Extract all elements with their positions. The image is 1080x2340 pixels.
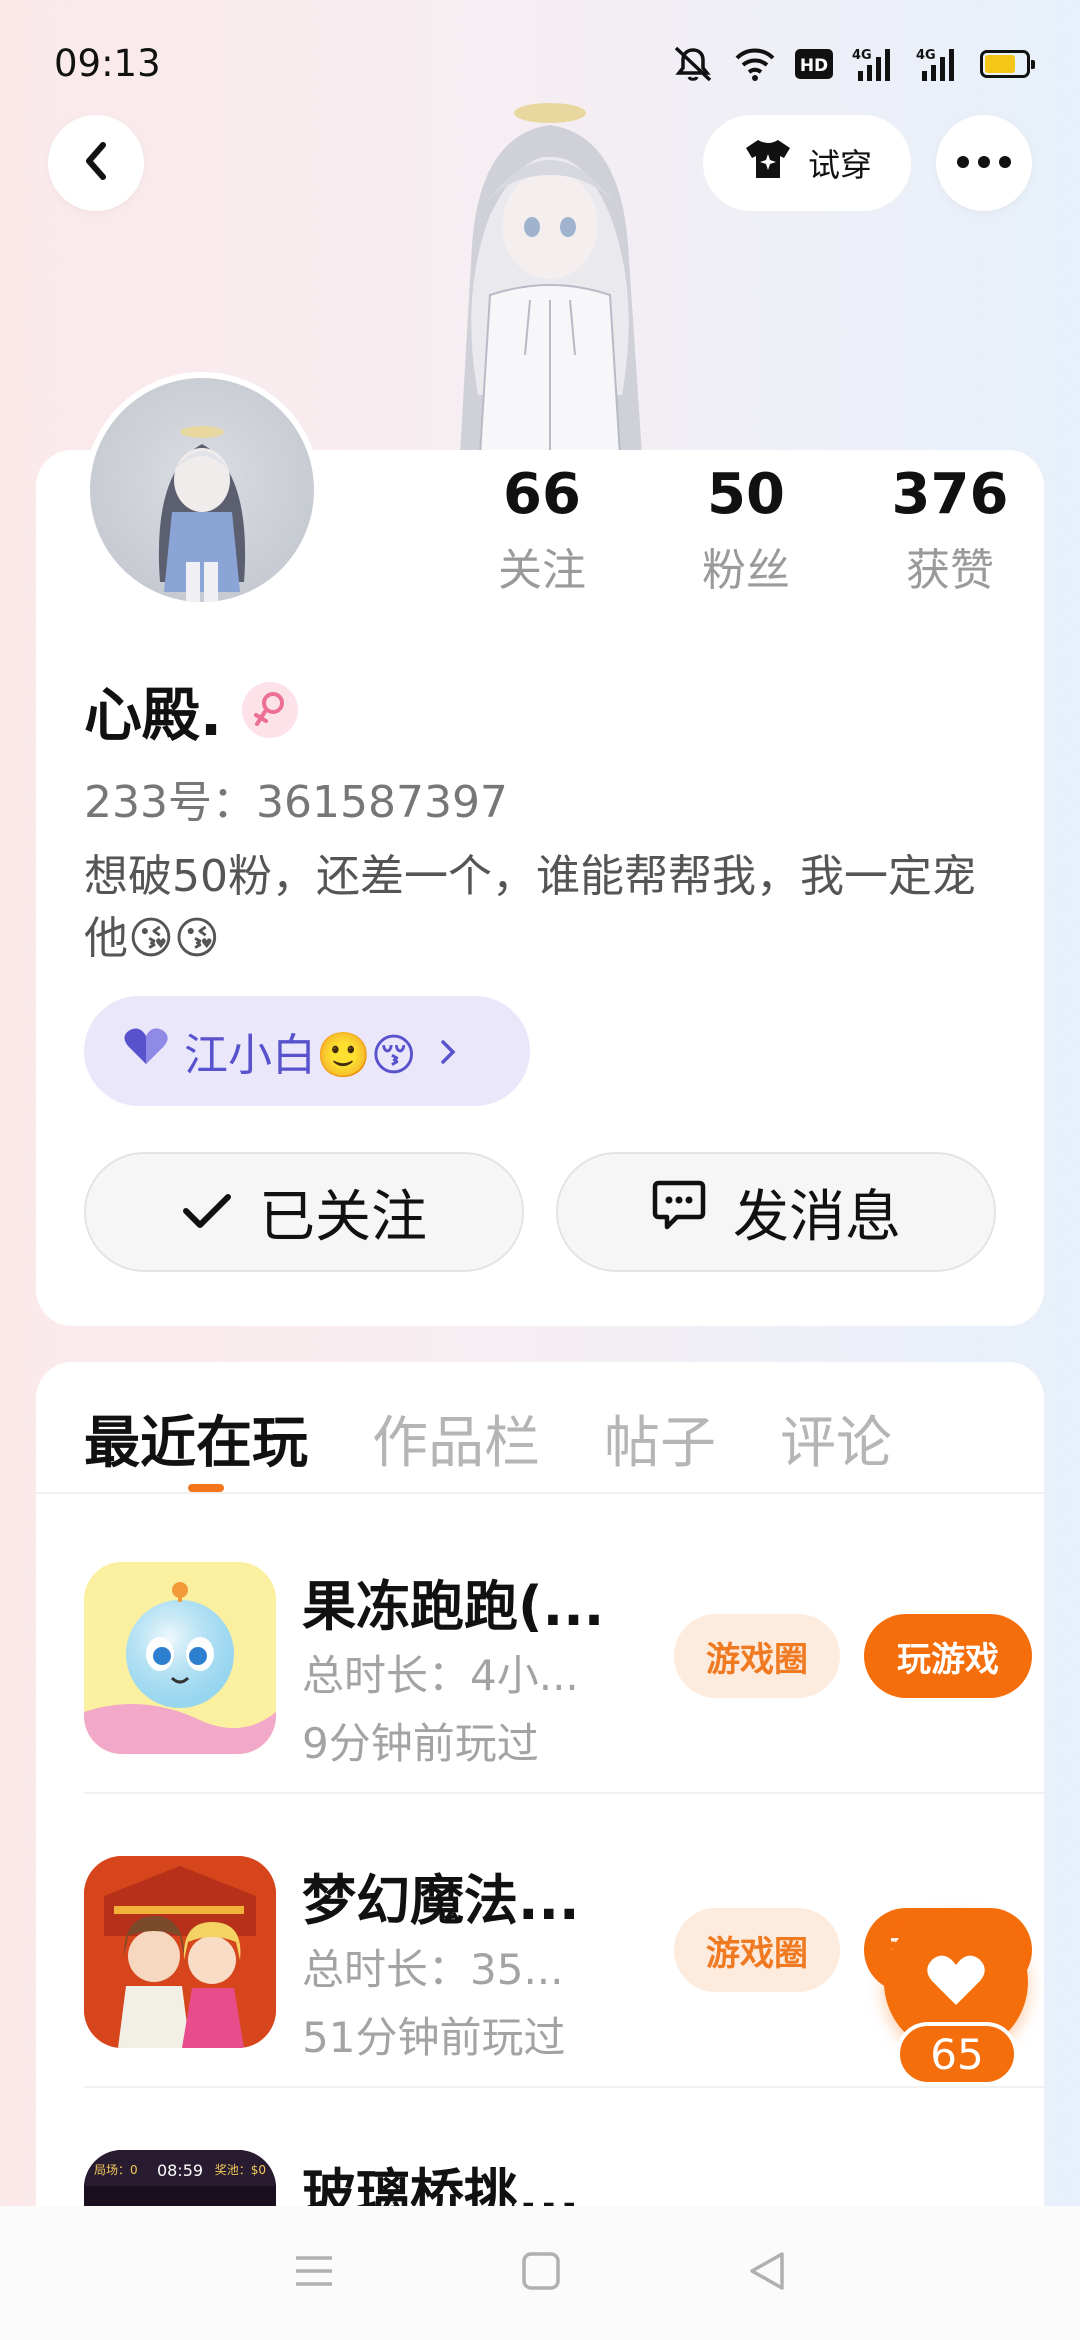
back-button[interactable] [48, 115, 144, 211]
tab-comments[interactable]: 评论 [780, 1398, 892, 1479]
send-message-button[interactable]: 发消息 [556, 1152, 996, 1272]
game-duration: 总时长：35... [302, 1945, 564, 1994]
tab-works[interactable]: 作品栏 [372, 1398, 540, 1479]
glass-bridge-timer: 08:59 [157, 2161, 203, 2180]
game-row[interactable]: 果冻跑跑(... 总时长：4小... 9分钟前玩过 游戏圈 玩游戏 [84, 1500, 1044, 1794]
network-label-1: 4G [852, 48, 872, 63]
glass-bridge-round: 局场：0 [94, 2163, 138, 2177]
female-icon [242, 682, 299, 738]
play-game-button[interactable]: 玩游戏 [864, 1614, 1032, 1698]
ellipsis-icon [956, 154, 1012, 173]
heart-icon [925, 1953, 987, 2011]
content-card: 最近在玩 作品栏 帖子 评论 果冻跑跑(... 总时长：4小... 9分钟前玩过… [36, 1362, 1044, 2340]
followers-label: 粉丝 [702, 545, 790, 596]
following-count: 66 [503, 462, 581, 527]
bio: 想破50粉，还差一个，谁能帮帮我，我一定宠他😘😘 [84, 851, 976, 964]
send-message-label: 发消息 [733, 1184, 901, 1250]
game-icon-jelly-run [84, 1562, 276, 1754]
game-last-played: 51分钟前玩过 [302, 2013, 566, 2062]
game-title: 梦幻魔法... [302, 1869, 580, 1932]
username-row: 心殿. [84, 668, 299, 752]
relationship-tag-label: 江小白🙂😚 [184, 1030, 417, 1081]
hd-icon: HD [794, 44, 834, 84]
following-label: 关注 [498, 545, 586, 596]
back-triangle-icon[interactable] [748, 2251, 786, 2295]
battery-icon [980, 44, 1035, 84]
network-label-2: 4G [916, 48, 936, 63]
mute-notification-icon [670, 44, 716, 84]
game-duration: 总时长：4小... [302, 1651, 579, 1700]
username: 心殿. [84, 681, 223, 749]
try-on-button[interactable]: 试穿 [703, 115, 911, 211]
system-nav-bar [0, 2206, 1080, 2340]
more-button[interactable] [936, 115, 1032, 211]
chat-bubble-icon [651, 1179, 707, 1245]
checkmark-icon [181, 1180, 233, 1245]
game-circle-button[interactable]: 游戏圈 [674, 1908, 840, 1992]
home-square-icon[interactable] [522, 2252, 560, 2294]
signal-4g-icon: 4G [852, 44, 898, 84]
profile-tabs: 最近在玩 作品栏 帖子 评论 [84, 1398, 892, 1479]
followers-count: 50 [707, 462, 785, 527]
chevron-right-icon [439, 1026, 457, 1077]
hd-label: HD [800, 56, 828, 76]
likes-count: 376 [891, 462, 1009, 527]
status-time: 09:13 [54, 42, 161, 85]
stat-following[interactable]: 66 关注 [440, 462, 644, 598]
avatar-image [90, 378, 314, 602]
stat-followers[interactable]: 50 粉丝 [644, 462, 848, 598]
followed-button[interactable]: 已关注 [84, 1152, 524, 1272]
game-circle-button[interactable]: 游戏圈 [674, 1614, 840, 1698]
likes-label: 获赞 [906, 545, 994, 596]
followed-label: 已关注 [259, 1184, 427, 1250]
game-icon-dream-magic [84, 1856, 276, 2048]
tab-recent-played[interactable]: 最近在玩 [84, 1398, 308, 1479]
character-avatar-3d [420, 95, 680, 456]
relationship-tag[interactable]: 江小白🙂😚 [84, 996, 530, 1106]
shirt-sparkle-icon [742, 136, 794, 190]
tab-posts[interactable]: 帖子 [604, 1398, 716, 1479]
game-title: 果冻跑跑(... [302, 1575, 605, 1638]
stat-likes[interactable]: 376 获赞 [848, 462, 1052, 598]
active-tab-indicator [188, 1484, 224, 1492]
chevron-left-icon [79, 139, 113, 187]
try-on-label: 试穿 [807, 146, 872, 184]
glass-bridge-prize: 奖池：$0 [215, 2163, 266, 2177]
menu-icon[interactable] [294, 2254, 334, 2292]
tab-divider [36, 1492, 1044, 1494]
heart-icon [122, 1026, 170, 1077]
wifi-icon [734, 44, 776, 84]
user-id: 233号：361587397 [84, 777, 508, 828]
avatar[interactable] [84, 372, 320, 608]
status-icons: HD 4G 4G [670, 44, 1035, 84]
game-last-played: 9分钟前玩过 [302, 1719, 539, 1768]
signal-4g-icon-2: 4G [916, 44, 962, 84]
like-count: 65 [896, 2022, 1018, 2086]
profile-stats: 66 关注 50 粉丝 376 获赞 [440, 462, 1052, 598]
battery-level [985, 55, 1015, 73]
